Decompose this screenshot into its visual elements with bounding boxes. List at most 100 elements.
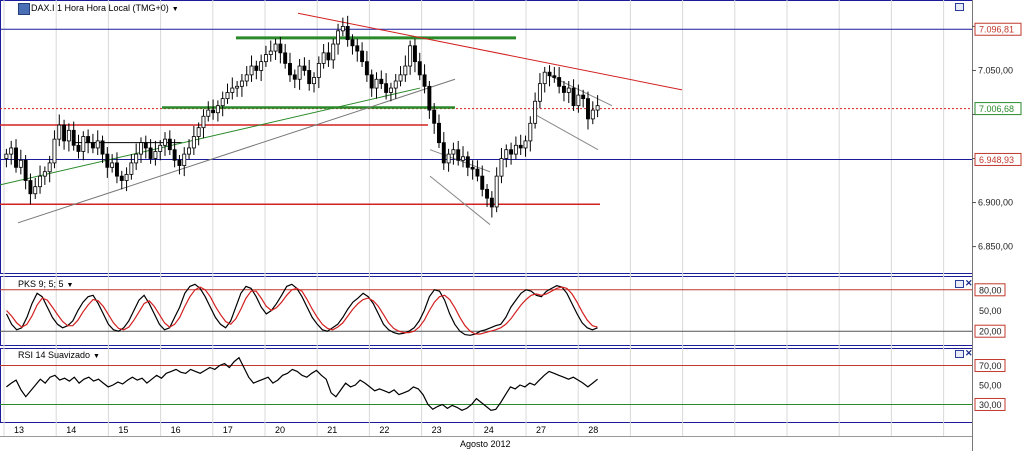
candle-body xyxy=(249,65,254,76)
candle-body xyxy=(403,65,408,76)
candle-body xyxy=(509,149,514,155)
main-title-text: DAX.I 1 Hora Hora Local (TMG+0) xyxy=(31,3,169,13)
candle-body xyxy=(523,140,528,149)
candle-body xyxy=(379,78,384,85)
rsi-panel-title[interactable]: RSI 14 Suavizado ▼ xyxy=(18,350,100,360)
candle-body xyxy=(129,162,134,175)
candle-body xyxy=(576,94,581,107)
candle-body xyxy=(263,54,268,63)
x-tick-label: 14 xyxy=(66,425,76,435)
candle-body xyxy=(158,144,163,152)
candle-body xyxy=(302,65,307,71)
candle-body xyxy=(547,71,552,77)
candle-body xyxy=(557,77,562,87)
candle-body xyxy=(230,87,235,93)
candle-body xyxy=(283,52,288,64)
candle-body xyxy=(244,74,249,82)
rsi-y-tick-label: 70,00 xyxy=(979,361,1002,371)
pks-panel-title[interactable]: PKS 9; 5; 5 ▼ xyxy=(18,279,73,289)
candle-body xyxy=(105,153,110,168)
pks-y-tick-label: 20,00 xyxy=(979,327,1002,337)
x-tick-label: 17 xyxy=(223,425,233,435)
candle-body xyxy=(47,162,52,173)
price-label: 7.096,81 xyxy=(979,25,1014,35)
candle-body xyxy=(470,166,475,170)
candle-body xyxy=(215,105,220,114)
x-tick-label: 16 xyxy=(171,425,181,435)
candle-body xyxy=(86,136,91,144)
candle-body xyxy=(331,43,336,61)
instrument-icon[interactable] xyxy=(18,3,30,15)
candle-body xyxy=(134,153,139,164)
chevron-down-icon[interactable]: ▼ xyxy=(93,353,100,360)
candle-body xyxy=(408,45,413,67)
candle-body xyxy=(499,158,504,177)
rsi-y-tick-label: 50,00 xyxy=(979,381,1002,391)
candle-body xyxy=(143,142,148,149)
grid-layer xyxy=(0,0,973,451)
candle-body xyxy=(326,52,331,61)
candle-body xyxy=(182,153,187,166)
candle-body xyxy=(187,147,192,155)
candle-body xyxy=(206,109,211,117)
candle-body xyxy=(307,70,312,85)
candle-body xyxy=(518,144,523,149)
restore-icon[interactable] xyxy=(955,280,964,288)
candle-body xyxy=(393,80,398,89)
candle-body xyxy=(148,147,153,159)
pks-y-tick-label: 80,00 xyxy=(979,285,1002,295)
candle-body xyxy=(316,63,321,78)
candle-body xyxy=(437,122,441,144)
candle-body xyxy=(95,140,100,149)
candle-body xyxy=(268,50,273,55)
candle-body xyxy=(340,26,345,32)
candle-body xyxy=(345,26,350,41)
pks-y-tick-label: 50,00 xyxy=(979,306,1002,316)
candle-body xyxy=(412,45,417,63)
candle-body xyxy=(441,142,446,164)
x-tick-label: 22 xyxy=(379,425,389,435)
candle-body xyxy=(9,147,14,155)
candle-body xyxy=(321,52,326,64)
close-icon[interactable]: ✕ xyxy=(965,279,973,288)
candle-body xyxy=(292,74,297,80)
candle-body xyxy=(211,109,216,114)
pane-frame-rsi xyxy=(0,348,973,423)
candle-body xyxy=(571,87,576,107)
candle-body xyxy=(76,144,81,152)
candle-body xyxy=(364,61,369,76)
candle-body xyxy=(480,175,485,190)
candle-body xyxy=(461,156,465,161)
candle-body xyxy=(191,136,196,149)
candle-body xyxy=(4,153,9,159)
candle-body xyxy=(110,162,115,168)
chart-canvas[interactable]: 6.850,00 6.900,00 7.050,00 7.096,81 7.006,68… xyxy=(0,0,1024,451)
candle-body xyxy=(432,109,437,124)
candle-body xyxy=(513,144,518,155)
candle-body xyxy=(451,149,456,155)
main-panel-title[interactable]: DAX.I 1 Hora Hora Local (TMG+0) ▼ xyxy=(31,3,179,13)
candle-body xyxy=(336,30,341,45)
candle-body xyxy=(581,94,586,100)
candle-body xyxy=(172,149,177,161)
x-tick-label: 21 xyxy=(327,425,337,435)
candle-body xyxy=(235,85,240,89)
candle-body xyxy=(278,43,283,54)
candle-body xyxy=(586,98,590,120)
candle-body xyxy=(114,162,119,177)
chevron-down-icon[interactable]: ▼ xyxy=(172,6,179,13)
candle-body xyxy=(528,122,533,142)
candle-body xyxy=(259,61,264,71)
restore-icon[interactable] xyxy=(955,350,964,358)
candle-body xyxy=(288,63,292,76)
pane-frame-pks xyxy=(0,276,973,346)
axes-layer: 6.850,00 6.900,00 7.050,00 7.096,81 7.006,68… xyxy=(0,22,1022,449)
close-icon[interactable]: ✕ xyxy=(965,349,973,358)
candle-body xyxy=(369,74,374,89)
candle-body xyxy=(66,129,71,142)
x-tick-label: 28 xyxy=(588,425,598,435)
restore-icon[interactable] xyxy=(955,3,964,11)
drawings-layer xyxy=(0,12,683,225)
candle-body xyxy=(201,115,206,129)
chevron-down-icon[interactable]: ▼ xyxy=(67,282,74,289)
